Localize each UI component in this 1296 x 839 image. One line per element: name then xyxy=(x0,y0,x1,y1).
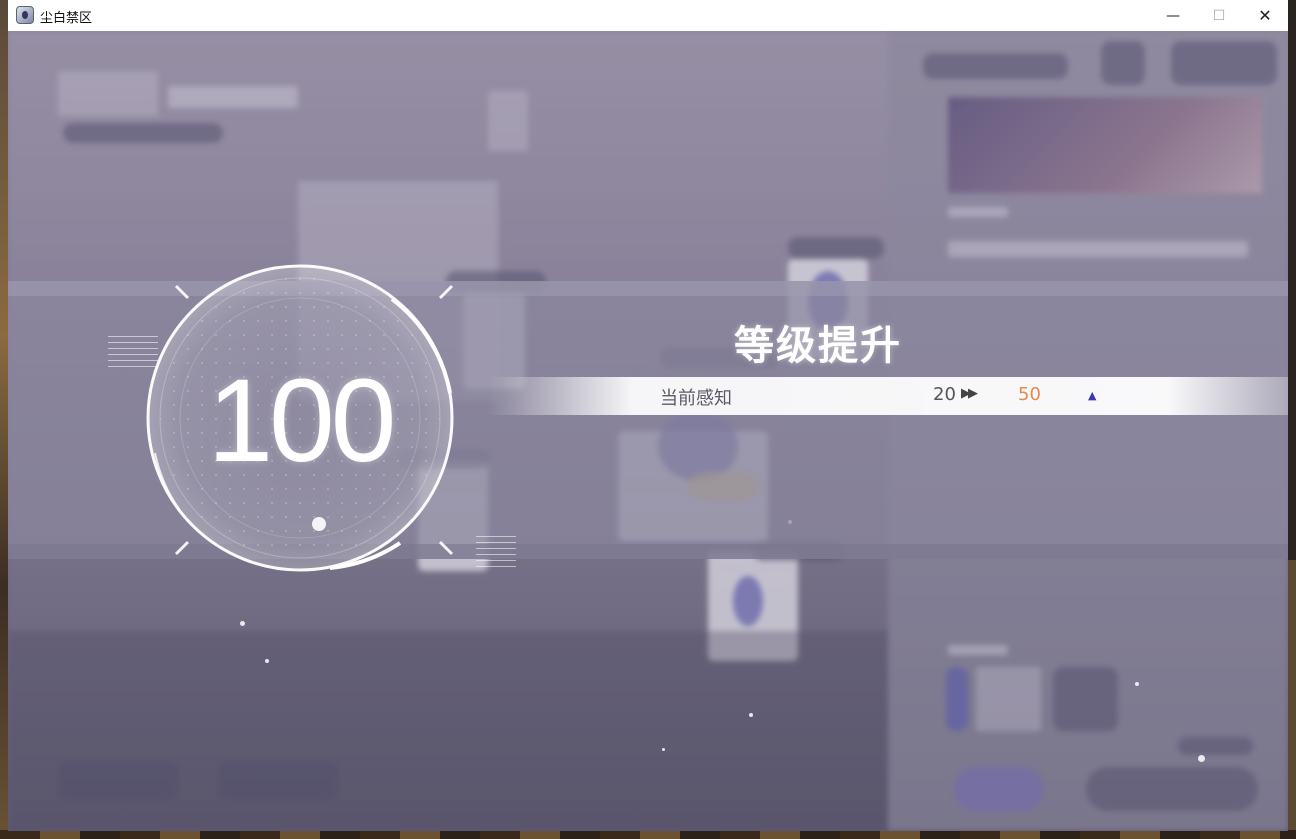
decorative-micro-text xyxy=(476,536,516,568)
up-triangle-icon: ▲ xyxy=(1088,389,1097,402)
desktop-background-right xyxy=(1288,560,1296,839)
sparkle xyxy=(265,659,269,663)
sparkle xyxy=(1198,755,1205,762)
fast-forward-icon: ▶▶ xyxy=(961,386,978,401)
stat-label: 当前感知 xyxy=(660,388,732,409)
window-title: 尘白禁区 xyxy=(40,11,93,26)
sparkle xyxy=(749,713,753,717)
desktop-background-left xyxy=(0,0,8,839)
desktop-background-bottom xyxy=(0,830,1296,839)
sparkle xyxy=(662,748,665,751)
level-number: 100 xyxy=(207,355,397,487)
sparkle xyxy=(240,621,245,626)
sparkle xyxy=(1135,682,1139,686)
game-window: 尘白禁区 — ☐ ✕ 等级提升 当前感知 20 ▶▶ 50 ▲ 100 xyxy=(8,0,1288,831)
close-button[interactable]: ✕ xyxy=(1242,0,1288,31)
minimize-button[interactable]: — xyxy=(1150,0,1196,31)
title-bar[interactable]: 尘白禁区 — ☐ ✕ xyxy=(8,0,1288,31)
level-circle: 100 xyxy=(130,263,470,603)
level-up-title: 等级提升 xyxy=(734,323,902,369)
maximize-button[interactable]: ☐ xyxy=(1196,0,1242,31)
stat-old-value: 20 xyxy=(933,384,956,405)
decorative-micro-text xyxy=(108,336,158,368)
game-viewport: 等级提升 当前感知 20 ▶▶ 50 ▲ 100 xyxy=(8,31,1288,831)
stat-new-value: 50 xyxy=(1018,384,1041,405)
stat-row: 当前感知 20 ▶▶ 50 ▲ xyxy=(488,377,1288,415)
app-icon xyxy=(16,6,34,24)
